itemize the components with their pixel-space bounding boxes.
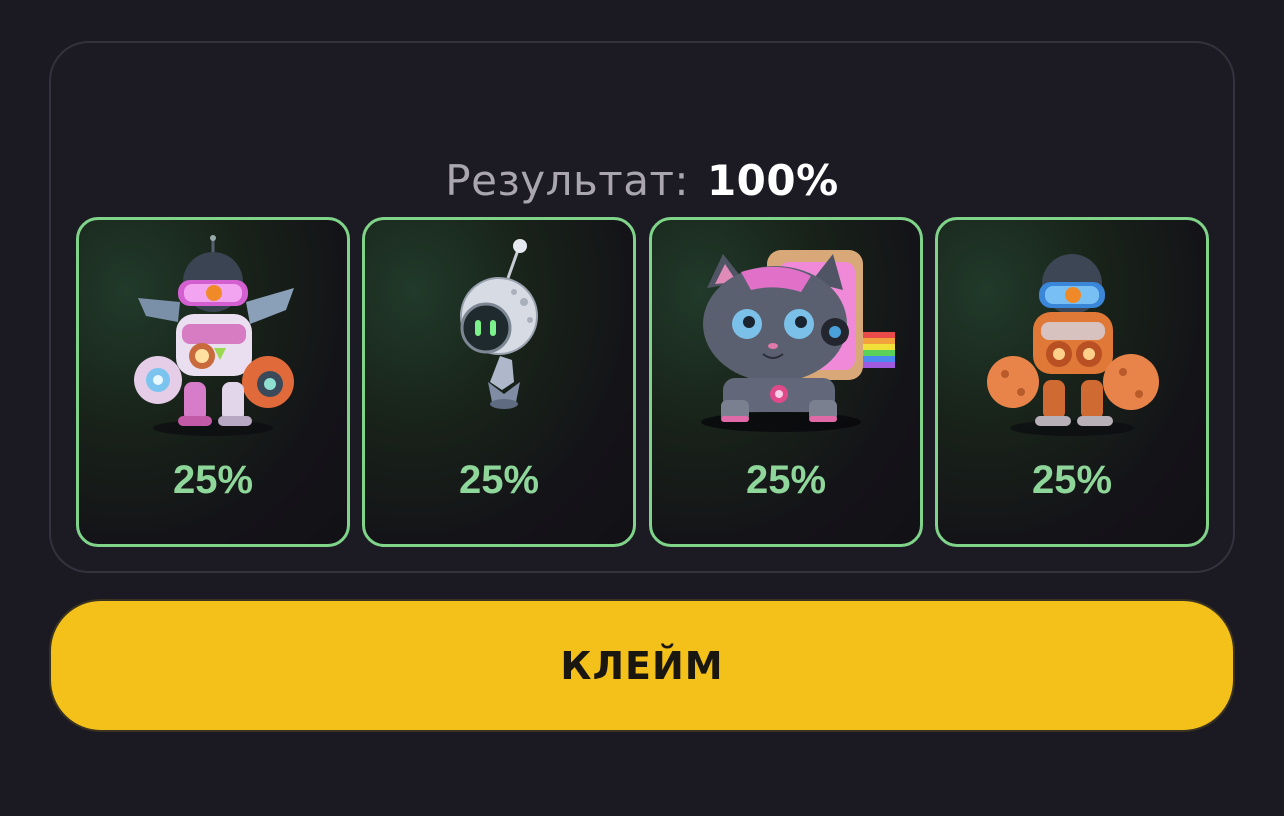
card-percent: 25% <box>172 458 254 502</box>
reward-card-floating-robot[interactable]: 25% <box>362 217 636 547</box>
card-percent: 25% <box>458 458 540 502</box>
card-percent: 25% <box>745 458 827 502</box>
result-value: 100% <box>706 156 839 205</box>
pink-mech-robot-image <box>79 228 347 446</box>
reward-card-pink-mech[interactable]: 25% <box>76 217 350 547</box>
result-label: Результат: <box>445 156 690 205</box>
orange-mech-robot-image <box>938 228 1206 446</box>
reward-card-orange-mech[interactable]: 25% <box>935 217 1209 547</box>
result-heading: Результат: 100% <box>51 155 1233 207</box>
reward-card-robot-cat[interactable]: 25% <box>649 217 923 547</box>
claim-button[interactable]: КЛЕЙМ <box>49 599 1235 732</box>
card-percent: 25% <box>1031 458 1113 502</box>
robot-cat-image <box>652 228 920 446</box>
small-floating-robot-image <box>365 228 633 446</box>
